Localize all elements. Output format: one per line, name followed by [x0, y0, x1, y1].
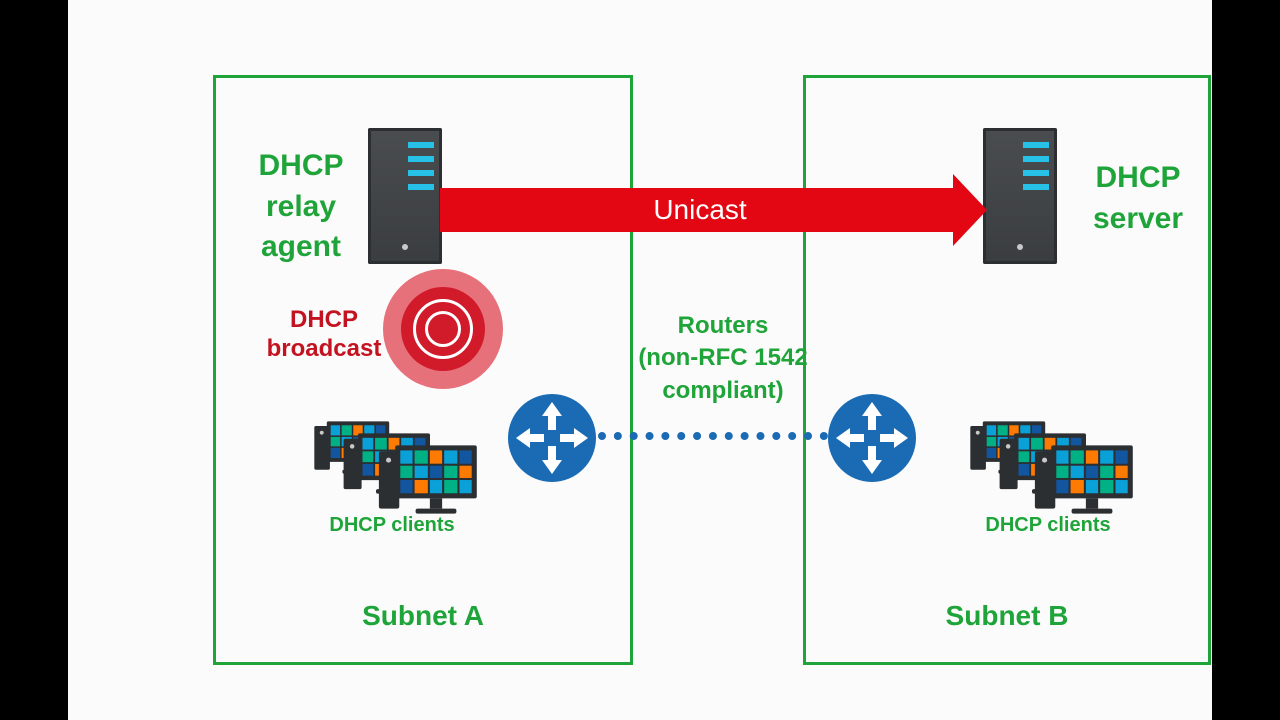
subnet-b-title: Subnet B — [946, 600, 1069, 632]
subnet-a-title: Subnet A — [362, 600, 484, 632]
router-link-dotted — [598, 432, 828, 440]
router-b-icon — [828, 394, 916, 482]
clients-b-label: DHCP clients — [985, 514, 1110, 537]
clients-a-label: DHCP clients — [329, 514, 454, 537]
router-a-icon — [508, 394, 596, 482]
relay-agent-label: DHCPrelayagent — [246, 146, 356, 268]
diagram-canvas: Subnet A Subnet B DHCPrelayagent DHCPser… — [68, 0, 1212, 720]
broadcast-icon — [383, 269, 503, 389]
unicast-arrow: Unicast — [440, 188, 960, 232]
dhcp-server-label: DHCPserver — [1078, 158, 1198, 239]
unicast-arrow-head — [953, 174, 987, 246]
routers-label: Routers(non-RFC 1542compliant) — [628, 310, 818, 407]
relay-agent-server-icon — [368, 128, 442, 264]
dhcp-server-icon — [983, 128, 1057, 264]
broadcast-label: DHCPbroadcast — [259, 306, 389, 364]
